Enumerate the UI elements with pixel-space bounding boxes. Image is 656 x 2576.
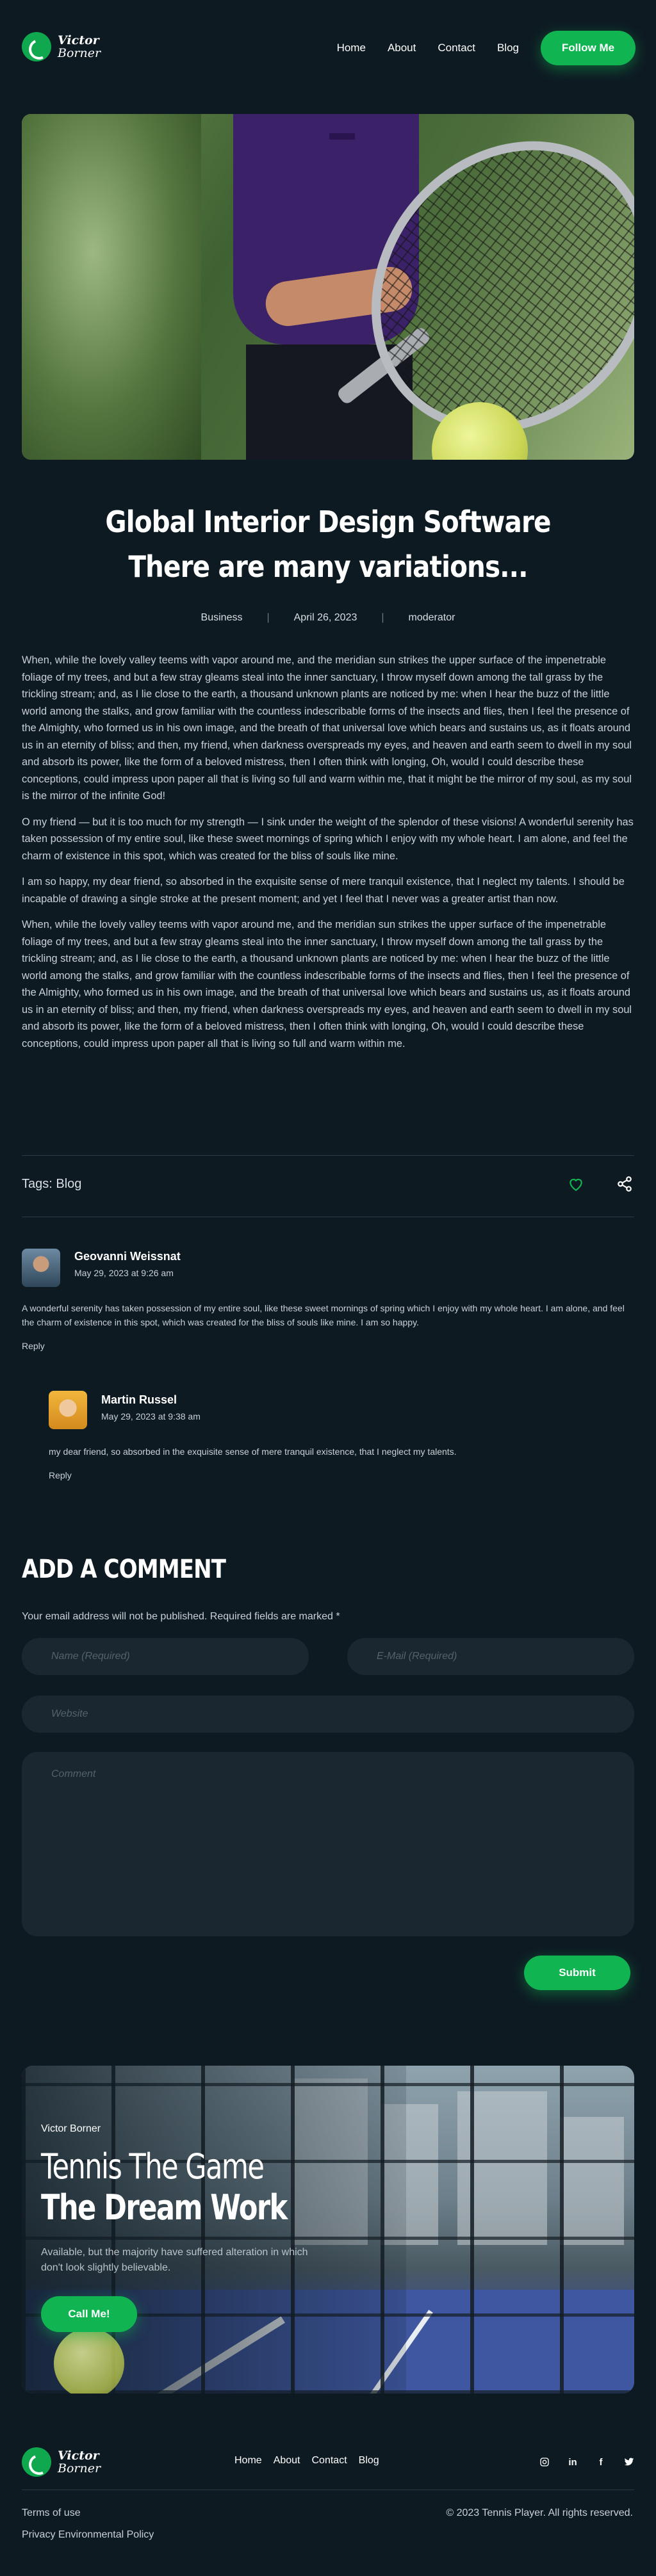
avatar bbox=[22, 1249, 60, 1287]
social-links: in f bbox=[537, 2455, 637, 2469]
logo-line2: Borner bbox=[58, 2461, 101, 2475]
nav-home[interactable]: Home bbox=[337, 42, 366, 54]
website-field[interactable]: Website bbox=[22, 1696, 634, 1733]
logo-text: Victor Borner bbox=[58, 2449, 101, 2475]
logo-line1: Victor bbox=[58, 2449, 99, 2463]
article-meta: Business | April 26, 2023 | moderator bbox=[0, 612, 656, 624]
twitter-icon[interactable] bbox=[621, 2455, 637, 2469]
nav-blog[interactable]: Blog bbox=[497, 42, 519, 54]
linkedin-icon[interactable]: in bbox=[565, 2455, 580, 2469]
email-field[interactable]: E-Mail (Required) bbox=[347, 1638, 634, 1675]
footer-nav: Home About Contact Blog bbox=[234, 2455, 391, 2467]
footer-nav-contact[interactable]: Contact bbox=[312, 2455, 347, 2467]
article-title-line1: Global Interior Design Software bbox=[105, 505, 551, 539]
footer-nav-home[interactable]: Home bbox=[234, 2455, 262, 2467]
footer-logo[interactable]: Victor Borner bbox=[22, 2447, 101, 2477]
article-title: Global Interior Design Software There ar… bbox=[39, 499, 616, 589]
comment-author: Geovanni Weissnat bbox=[74, 1250, 181, 1263]
terms-link[interactable]: Terms of use bbox=[22, 2502, 154, 2524]
nav-contact[interactable]: Contact bbox=[438, 42, 475, 54]
article-paragraph: When, while the lovely valley teems with… bbox=[22, 654, 632, 802]
banner-heading: Tennis The Game bbox=[41, 2146, 265, 2187]
logo[interactable]: Victor Borner bbox=[22, 32, 101, 61]
article-paragraph: O my friend — but it is too much for my … bbox=[22, 816, 634, 862]
article-author[interactable]: moderator bbox=[384, 612, 480, 624]
article-date: April 26, 2023 bbox=[293, 612, 357, 623]
logo-line2: Borner bbox=[58, 46, 101, 60]
name-field[interactable]: Name (Required) bbox=[22, 1638, 309, 1675]
comment-text: my dear friend, so absorbed in the exqui… bbox=[49, 1446, 457, 1457]
comment-date: May 29, 2023 at 9:38 am bbox=[101, 1411, 201, 1422]
footer-nav-blog[interactable]: Blog bbox=[359, 2455, 379, 2467]
article-tags[interactable]: Tags: Blog bbox=[22, 1177, 81, 1192]
instagram-icon[interactable] bbox=[537, 2455, 552, 2469]
article-category[interactable]: Business bbox=[177, 612, 267, 624]
site-header: Victor Borner Home About Contact Blog Fo… bbox=[0, 0, 656, 96]
promo-banner: Victor Borner Tennis The Game The Dream … bbox=[22, 2066, 634, 2394]
article-title-line2: There are many variations... bbox=[128, 549, 528, 584]
avatar bbox=[49, 1391, 87, 1429]
heart-icon[interactable] bbox=[568, 1176, 584, 1192]
submit-button[interactable]: Submit bbox=[524, 1956, 630, 1990]
comment-form-heading: ADD A COMMENT bbox=[22, 1555, 226, 1584]
comment-date: May 29, 2023 at 9:26 am bbox=[74, 1268, 174, 1278]
logo-icon bbox=[22, 2447, 51, 2477]
article-paragraph: When, while the lovely valley teems with… bbox=[22, 919, 632, 1049]
privacy-link[interactable]: Privacy Environmental Policy bbox=[22, 2524, 154, 2546]
facebook-icon[interactable]: f bbox=[593, 2455, 609, 2469]
footer-nav-about[interactable]: About bbox=[274, 2455, 300, 2467]
hero-image bbox=[22, 114, 634, 460]
nav-about[interactable]: About bbox=[388, 42, 416, 54]
main-nav: Home About Contact Blog Follow Me bbox=[337, 31, 636, 65]
reply-link[interactable]: Reply bbox=[22, 1341, 45, 1351]
comment-text: A wonderful serenity has taken possessio… bbox=[22, 1303, 625, 1327]
logo-line1: Victor bbox=[58, 33, 99, 47]
copyright: © 2023 Tennis Player. All rights reserve… bbox=[446, 2507, 633, 2518]
logo-icon bbox=[22, 32, 51, 61]
article-body: When, while the lovely valley teems with… bbox=[22, 652, 634, 1061]
required-note: Your email address will not be published… bbox=[22, 1611, 340, 1622]
follow-button[interactable]: Follow Me bbox=[541, 31, 636, 65]
comment: Geovanni Weissnat May 29, 2023 at 9:26 a… bbox=[22, 1249, 634, 1357]
banner-author: Victor Borner bbox=[41, 2123, 101, 2134]
share-icon[interactable] bbox=[616, 1176, 633, 1192]
comment-author: Martin Russel bbox=[101, 1393, 177, 1406]
banner-subheading: The Dream Work bbox=[41, 2187, 288, 2228]
call-me-button[interactable]: Call Me! bbox=[41, 2296, 137, 2332]
banner-description: Available, but the majority have suffere… bbox=[41, 2247, 308, 2273]
reply-link[interactable]: Reply bbox=[49, 1470, 72, 1480]
article-paragraph: I am so happy, my dear friend, so absorb… bbox=[22, 876, 625, 905]
footer-links: Terms of use Privacy Environmental Polic… bbox=[22, 2502, 154, 2546]
comment-reply: Martin Russel May 29, 2023 at 9:38 am my… bbox=[49, 1391, 634, 1487]
logo-text: Victor Borner bbox=[58, 34, 101, 60]
divider bbox=[22, 1155, 634, 1156]
tennis-ball-image bbox=[54, 2328, 124, 2394]
comment-textarea[interactable]: Comment bbox=[22, 1752, 634, 1936]
